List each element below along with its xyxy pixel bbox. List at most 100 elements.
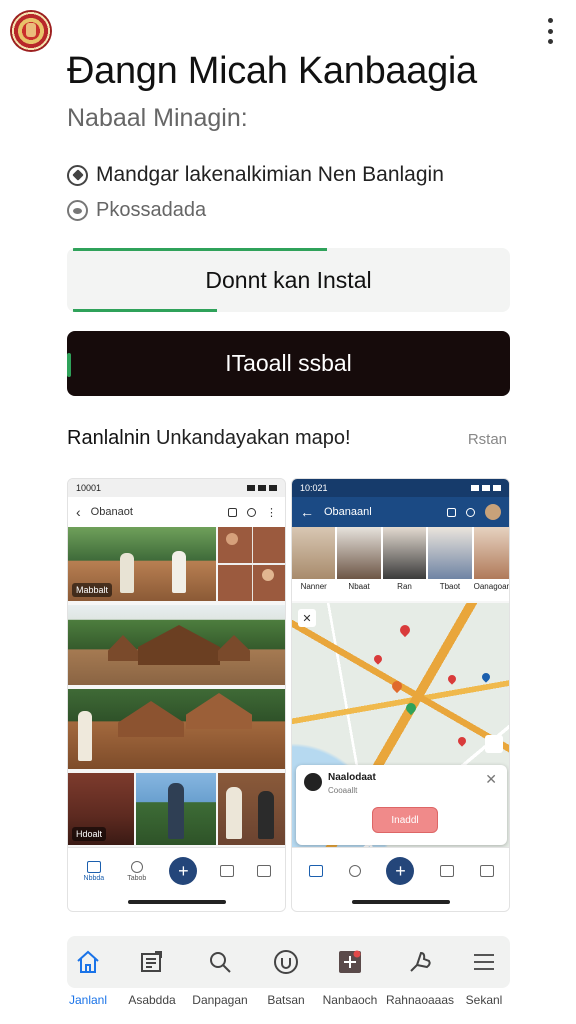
close-icon[interactable]: ✕ <box>485 771 497 788</box>
shield-circle-icon <box>67 200 88 221</box>
map-pin-icon <box>403 700 419 716</box>
nav-item-refresh[interactable]: Batsan <box>254 936 318 1007</box>
app-logo <box>10 10 52 52</box>
search-icon <box>130 860 143 873</box>
status-bar: 10:021 <box>292 479 509 497</box>
home-icon <box>308 865 323 877</box>
more-options-icon[interactable] <box>546 18 554 44</box>
menu-icon <box>471 936 497 988</box>
thumb-item: Ran <box>382 527 427 601</box>
open-button[interactable]: Donnt kan Instal <box>67 248 510 312</box>
close-icon[interactable]: ✕ <box>298 609 316 627</box>
back-arrow-icon: ← <box>300 504 314 520</box>
check-circle-icon <box>67 164 88 186</box>
bookmark-icon <box>220 865 235 877</box>
mini-nav-menu <box>480 865 495 877</box>
thumb-item: Oanagoan <box>473 527 510 601</box>
nav-item-add[interactable]: Nanbaoch <box>318 936 382 1007</box>
thumb-item: Tbaot <box>428 527 472 601</box>
progress-bar-bottom <box>73 309 217 312</box>
avatar <box>485 504 501 520</box>
app-bar-title: Obanaot <box>90 506 133 518</box>
mini-nav-search <box>348 865 361 877</box>
people-thumbnails: Nanner Nbaat Ran Tbaot Oanagoan <box>292 527 510 601</box>
mini-nav-label: Nbbda <box>83 874 105 882</box>
thumb-item: Nanner <box>292 527 336 601</box>
mini-nav-menu <box>257 865 272 877</box>
thumb-caption: Oanagoan <box>473 582 510 591</box>
place-name: Naalodaat <box>328 772 376 783</box>
search-icon <box>207 936 233 988</box>
nav-label: Asabdda <box>128 993 176 1007</box>
mini-nav-home: Nbbda <box>83 860 105 882</box>
thumb-caption: Ran <box>397 582 412 591</box>
nav-item-reviews[interactable]: Rahnaoaaas <box>386 936 454 1007</box>
install-button-label: ITaoall ssbal <box>225 350 352 376</box>
status-bar: 10001 <box>68 479 285 497</box>
open-button-label: Donnt kan Instal <box>205 266 372 293</box>
mini-bottom-nav: + <box>292 847 509 911</box>
nav-item-home[interactable]: Janlanl <box>56 936 120 1007</box>
mini-nav-label: Tabob <box>127 874 147 882</box>
nav-label: Danpagan <box>192 993 248 1007</box>
see-all-link[interactable]: Rstan <box>468 431 507 448</box>
install-edge-accent <box>67 353 71 377</box>
screenshot-right[interactable]: 10:021 ← Obanaanl Nanner Nbaat Ran Tbaot… <box>291 478 510 912</box>
thumb-caption: Nbaat <box>348 582 370 591</box>
nav-item-news[interactable]: Asabdda <box>120 936 184 1007</box>
home-icon <box>75 936 101 988</box>
grid-icon <box>480 865 495 877</box>
photo-tile: Mabbalt <box>68 527 216 601</box>
home-indicator <box>128 900 226 904</box>
add-fab-icon: + <box>386 857 415 885</box>
map-pin-icon <box>446 673 458 685</box>
tile-label: Mabbalt <box>72 583 113 597</box>
map-pin-icon <box>480 671 492 683</box>
system-icons <box>471 485 501 491</box>
popup-action-button[interactable]: Inaddl <box>372 807 438 833</box>
thumbs-icon <box>407 936 433 988</box>
photo-tile: Hdoalt <box>68 773 134 845</box>
place-popup[interactable]: Naalodaat Cooaallt ✕ Inaddl <box>296 765 507 845</box>
mini-nav-bookmark <box>440 865 455 877</box>
thumb-caption: Tbaot <box>439 582 461 591</box>
grid-icon <box>257 865 272 877</box>
tile-label: Hdoalt <box>72 827 107 841</box>
thumb-caption: Nanner <box>300 582 327 591</box>
location-icon[interactable] <box>485 735 503 753</box>
section-title-start: Ranlalnin <box>67 427 156 449</box>
screenshot-left[interactable]: 10001 ‹ Obanaot ⋮ Mabbalt Hdoalt Nbbda T… <box>67 478 286 912</box>
system-icons <box>247 485 277 491</box>
nav-label: Nanbaoch <box>322 993 378 1007</box>
app-bar: ← Obanaanl <box>292 497 509 527</box>
mini-bottom-nav: Nbbda Tabob + <box>68 847 285 911</box>
photo-collage <box>218 527 285 601</box>
share-icon <box>447 507 456 517</box>
status-time: 10:021 <box>300 483 328 493</box>
progress-bar-top <box>73 248 327 251</box>
heart-icon <box>466 507 475 517</box>
home-indicator <box>352 900 450 904</box>
bookmark-icon <box>440 865 455 877</box>
search-icon <box>348 865 361 877</box>
add-square-icon <box>337 936 363 988</box>
map-pin-icon <box>389 678 405 694</box>
info-text: Mandgar lakenalkimian Nen Banlagin <box>96 163 444 186</box>
info-text: Pkossadada <box>96 199 207 221</box>
photo-tile <box>68 689 285 769</box>
nav-item-menu[interactable]: Sekanl <box>452 936 516 1007</box>
app-title: Đangn Micah Kanbaagia <box>67 50 477 92</box>
status-time: 10001 <box>76 483 102 493</box>
nav-label: Batsan <box>267 993 305 1007</box>
screenshots-section-title: Ranlalnin Unkandayakan mapo! <box>67 427 351 450</box>
more-icon: ⋮ <box>266 506 277 519</box>
install-button[interactable]: ITaoall ssbal <box>67 331 510 396</box>
nav-item-search[interactable]: Danpagan <box>188 936 252 1007</box>
photo-tile <box>68 605 285 685</box>
place-subtitle: Cooaallt <box>328 786 358 795</box>
nav-label: Sekanl <box>465 993 503 1007</box>
mini-nav-search: Tabob <box>127 860 147 882</box>
info-row-developer: Mandgar lakenalkimian Nen Banlagin <box>67 163 444 187</box>
heart-icon <box>247 507 256 517</box>
gallery-icon <box>228 507 237 517</box>
